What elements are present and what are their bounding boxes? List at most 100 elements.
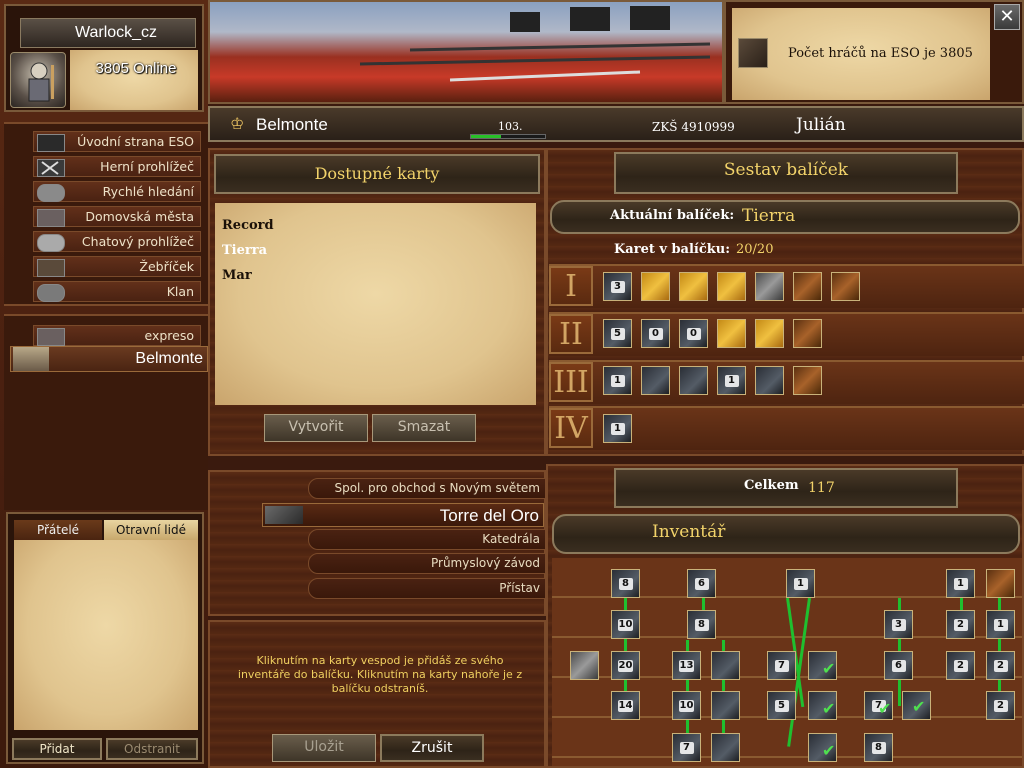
deck-card[interactable] [641,272,670,301]
age-label-4: IV [549,408,593,448]
inventory-card[interactable]: 20 [611,651,640,680]
inventory-card[interactable]: 10 [611,610,640,639]
card-count-badge: 0 [648,328,663,340]
deck-card[interactable] [793,272,822,301]
menu-item-ladder[interactable]: Žebříček [33,256,201,277]
news-icon [738,38,768,68]
deck-card[interactable] [679,366,708,395]
city-item-label: Belmonte [135,350,203,367]
inventory-card[interactable]: 8 [611,569,640,598]
close-button[interactable]: ✕ [994,4,1020,30]
deck-card[interactable]: 1 [717,366,746,395]
inventory-card[interactable]: 1 [946,569,975,598]
add-friend-button[interactable]: Přidat [12,738,102,760]
menu-item-quick-search[interactable]: Rychlé hledání [33,181,201,202]
card-count-badge: 7 [679,742,694,754]
card-count-badge: 1 [724,375,739,387]
deck-card[interactable] [717,319,746,348]
menu-item-clan[interactable]: Klan [33,281,201,302]
inventory-card[interactable]: 2 [986,691,1015,720]
inventory-extra-card[interactable] [986,569,1015,598]
inventory-card[interactable] [711,733,740,762]
inventory-card[interactable]: 1 [786,569,815,598]
city-icon [13,347,49,371]
inventory-card[interactable]: 10 [672,691,701,720]
news-panel: Počet hráčů na ESO je 3805 ✕ [724,0,1024,104]
inventory-card[interactable]: 5 [767,691,796,720]
menu-item-label: Žebříček [139,259,194,274]
save-button[interactable]: Uložit [272,734,376,762]
xp-progress-bar [470,134,546,139]
deck-card[interactable]: 0 [679,319,708,348]
checkmark-icon: ✔ [822,741,836,760]
inventory-card[interactable]: 8 [687,610,716,639]
deck-card[interactable] [793,366,822,395]
deck-card[interactable] [755,272,784,301]
card-count-badge: 3 [891,619,906,631]
card-count-badge: 20 [617,660,634,672]
inventory-card[interactable]: 3 [884,610,913,639]
deck-card[interactable]: 0 [641,319,670,348]
clan-icon [37,284,65,302]
deck-item-record[interactable]: Record [222,218,274,233]
deck-card[interactable] [755,319,784,348]
deck-card[interactable] [717,272,746,301]
deck-card[interactable] [831,272,860,301]
player-name: Warlock_cz [74,24,158,41]
card-count-badge: 3 [610,281,625,293]
deck-card[interactable]: 1 [603,414,632,443]
building-tab-torre-del-oro[interactable]: Torre del Oro [262,503,544,527]
tab-ignored[interactable]: Otravní lidé [104,520,198,540]
remove-friend-button[interactable]: Odstranit [106,738,198,760]
deck-card[interactable] [641,366,670,395]
deck-card[interactable]: 3 [603,272,632,301]
inventory-card[interactable]: 14 [611,691,640,720]
checkmark-icon: ✔ [822,699,836,718]
search-icon [37,184,65,202]
menu-item-label: Domovská města [85,209,194,224]
create-deck-button[interactable]: Vytvořit [264,414,368,442]
city-item-belmonte[interactable]: Belmonte [10,346,208,372]
card-count-badge: 6 [694,578,709,590]
deck-card[interactable] [793,319,822,348]
inventory-card[interactable]: 7 [767,651,796,680]
menu-item-home-cities[interactable]: Domovská města [33,206,201,227]
inventory-card[interactable]: 2 [986,651,1015,680]
city-level: 103. [498,120,523,133]
chat-icon [37,234,65,252]
menu-item-label: Úvodní strana ESO [77,134,194,149]
delete-deck-button[interactable]: Smazat [372,414,476,442]
inventory-card[interactable]: 1 [986,610,1015,639]
deck-card[interactable]: 5 [603,319,632,348]
card-count-badge: 2 [993,660,1008,672]
friends-list[interactable] [14,540,198,730]
inventory-card[interactable]: 8 [864,733,893,762]
inventory-card[interactable]: 7 [672,733,701,762]
deck-card[interactable] [679,272,708,301]
building-tab-factory[interactable]: Průmyslový závod [308,553,546,574]
inventory-card[interactable] [711,651,740,680]
inventory-card[interactable]: 13 [672,651,701,680]
deck-card[interactable]: 1 [603,366,632,395]
inventory-card[interactable]: 6 [884,651,913,680]
building-tab-port[interactable]: Přístav [308,578,546,599]
building-tab-new-world-trading[interactable]: Spol. pro obchod s Novým světem [308,478,546,499]
inventory-card[interactable]: 2 [946,610,975,639]
inventory-card[interactable] [711,691,740,720]
deck-item-mar[interactable]: Mar [222,268,252,283]
card-count-badge: 10 [617,619,634,631]
deck-card[interactable] [755,366,784,395]
inventory-card[interactable]: 6 [687,569,716,598]
menu-item-game-browser[interactable]: Herní prohlížeč [33,156,201,177]
cancel-button[interactable]: Zrušit [380,734,484,762]
menu-item-label: Rychlé hledání [102,184,194,199]
tab-friends[interactable]: Přátelé [14,520,102,540]
inventory-card[interactable]: 2 [946,651,975,680]
inventory-extra-card[interactable] [570,651,599,680]
avatar[interactable] [10,52,66,108]
menu-item-eso-home[interactable]: Úvodní strana ESO [33,131,201,152]
deck-item-tierra[interactable]: Tierra [222,243,267,258]
building-tab-cathedral[interactable]: Katedrála [308,529,546,550]
menu-item-chat-browser[interactable]: Chatový prohlížeč [33,231,201,252]
city-item-expreso[interactable]: expreso [33,325,201,346]
